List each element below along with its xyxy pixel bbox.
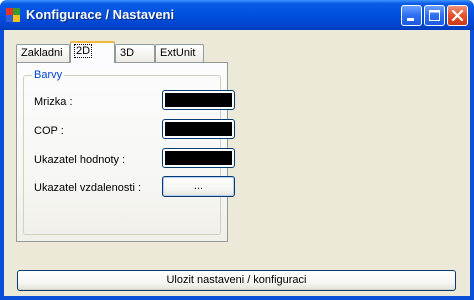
tab-extunit[interactable]: ExtUnit <box>155 44 204 62</box>
tab-2d[interactable]: 2D <box>70 41 115 63</box>
minimize-icon <box>407 18 414 21</box>
grid-color-picker[interactable] <box>162 90 235 110</box>
window-title: Konfigurace / Nastaveni <box>26 7 175 22</box>
distance-indicator-browse-button[interactable]: ... <box>162 176 235 197</box>
config-window: Konfigurace / Nastaveni Zakladni 2D 3D E… <box>0 0 474 300</box>
tab-label: ExtUnit <box>160 47 196 59</box>
grid-color-label: Mrizka : <box>34 96 73 108</box>
maximize-button[interactable] <box>424 5 445 26</box>
tab-label: 2D <box>73 44 93 58</box>
tab-label: Zakladni <box>21 47 63 59</box>
window-client-area: Zakladni 2D 3D ExtUnit Barvy Mrizka : CO… <box>4 30 470 296</box>
close-button[interactable] <box>447 5 468 26</box>
tab-3d[interactable]: 3D <box>115 44 155 62</box>
distance-indicator-label: Ukazatel vzdalenosti : <box>34 182 141 194</box>
cop-color-picker[interactable] <box>162 119 235 139</box>
color-swatch <box>165 151 232 165</box>
value-indicator-color-label: Ukazatel hodnoty : <box>34 154 126 166</box>
app-window-icon <box>6 8 20 22</box>
color-swatch <box>165 122 232 136</box>
save-config-button[interactable]: Ulozit nastaveni / konfiguraci <box>17 270 456 291</box>
tab-zakladni[interactable]: Zakladni <box>16 44 70 62</box>
title-bar[interactable]: Konfigurace / Nastaveni <box>0 0 474 30</box>
groupbox-title: Barvy <box>32 69 65 81</box>
cop-color-label: COP : <box>34 125 64 137</box>
minimize-button[interactable] <box>401 5 422 26</box>
value-indicator-color-picker[interactable] <box>162 148 235 168</box>
maximize-icon <box>429 10 440 21</box>
tab-panel-2d: Barvy Mrizka : COP : Ukazatel hodnoty : … <box>16 62 235 242</box>
color-swatch <box>165 93 232 107</box>
close-icon <box>451 9 464 22</box>
tab-label: 3D <box>120 47 135 59</box>
